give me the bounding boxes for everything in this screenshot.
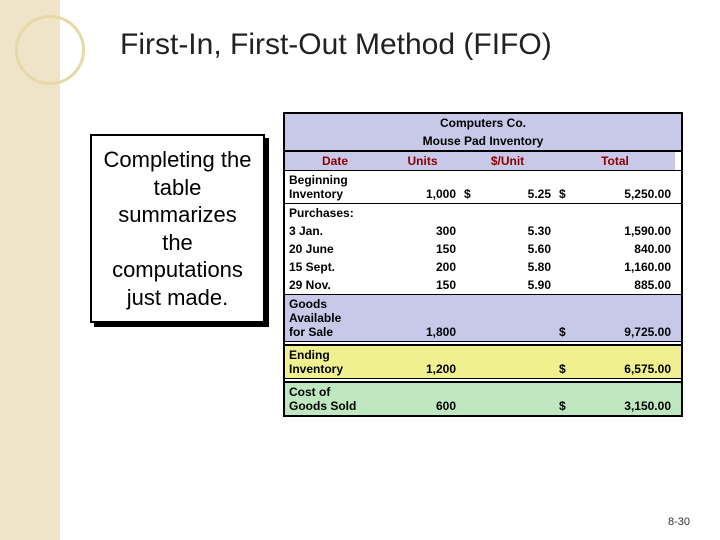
cogs-total: 3,150.00: [624, 399, 671, 413]
purchase-total: 885.00: [555, 276, 675, 294]
beginning-total: 5,250.00: [624, 187, 671, 201]
table-title-area: Computers Co. Mouse Pad Inventory: [285, 114, 681, 151]
ending-label-2: Inventory: [289, 362, 381, 376]
inventory-table: Computers Co. Mouse Pad Inventory Date U…: [283, 112, 683, 417]
table-row: 3 Jan. 300 5.30 1,590.00: [285, 222, 681, 240]
beginning-units: 1,000: [426, 187, 456, 201]
col-unit-price: $/Unit: [460, 152, 555, 170]
dollar-icon: $: [559, 362, 566, 376]
purchase-date: 3 Jan.: [285, 222, 385, 240]
cogs-units: 600: [436, 399, 456, 413]
col-date: Date: [285, 152, 385, 170]
purchase-unit: 5.90: [460, 276, 555, 294]
slide-title: First-In, First-Out Method (FIFO): [120, 28, 690, 62]
cogs-label-1: Cost of: [289, 385, 381, 399]
table-header-row: Date Units $/Unit Total: [285, 151, 681, 170]
ending-label-1: Ending: [289, 348, 381, 362]
row-cogs: Cost of Goods Sold 600 $3,150.00: [285, 382, 681, 415]
purchase-units: 150: [385, 276, 460, 294]
purchase-total: 840.00: [555, 240, 675, 258]
row-ending-inventory: Ending Inventory 1,200 $6,575.00: [285, 345, 681, 378]
dollar-icon: $: [559, 399, 566, 413]
available-units: 1,800: [426, 325, 456, 339]
purchase-date: 15 Sept.: [285, 258, 385, 276]
dollar-icon: $: [559, 325, 566, 339]
purchase-unit: 5.60: [460, 240, 555, 258]
page-number: 8-30: [668, 516, 690, 528]
col-units: Units: [385, 152, 460, 170]
purchase-unit: 5.80: [460, 258, 555, 276]
row-goods-available: Goods Available for Sale 1,800 $9,725.00: [285, 294, 681, 341]
ending-units: 1,200: [426, 362, 456, 376]
purchase-total: 1,160.00: [555, 258, 675, 276]
purchase-units: 150: [385, 240, 460, 258]
callout-box: Completing the table summarizes the comp…: [90, 134, 265, 323]
content-row: Completing the table summarizes the comp…: [90, 112, 690, 417]
available-total: 9,725.00: [624, 325, 671, 339]
purchase-unit: 5.30: [460, 222, 555, 240]
dollar-icon: $: [464, 187, 471, 201]
table-row: 20 June 150 5.60 840.00: [285, 240, 681, 258]
row-beginning: Beginning Inventory 1,000 $5.25 $5,250.0…: [285, 170, 681, 203]
col-total: Total: [555, 152, 675, 170]
purchase-date: 29 Nov.: [285, 276, 385, 294]
row-purchases-label: Purchases:: [285, 203, 681, 222]
cogs-label-2: Goods Sold: [289, 399, 381, 413]
beginning-label: Beginning Inventory: [289, 173, 348, 201]
purchase-date: 20 June: [285, 240, 385, 258]
dollar-icon: $: [559, 187, 566, 201]
available-label-2: Available: [289, 311, 381, 325]
available-label-3: for Sale: [289, 325, 381, 339]
ending-total: 6,575.00: [624, 362, 671, 376]
purchases-label: Purchases:: [285, 204, 385, 222]
purchase-units: 200: [385, 258, 460, 276]
table-title-2: Mouse Pad Inventory: [285, 132, 681, 150]
slide-body: First-In, First-Out Method (FIFO) Comple…: [0, 0, 720, 437]
table-row: 29 Nov. 150 5.90 885.00: [285, 276, 681, 294]
beginning-unit: 5.25: [528, 187, 551, 201]
purchase-total: 1,590.00: [555, 222, 675, 240]
table-row: 15 Sept. 200 5.80 1,160.00: [285, 258, 681, 276]
purchase-units: 300: [385, 222, 460, 240]
available-label-1: Goods: [289, 297, 381, 311]
table-title-1: Computers Co.: [285, 114, 681, 132]
